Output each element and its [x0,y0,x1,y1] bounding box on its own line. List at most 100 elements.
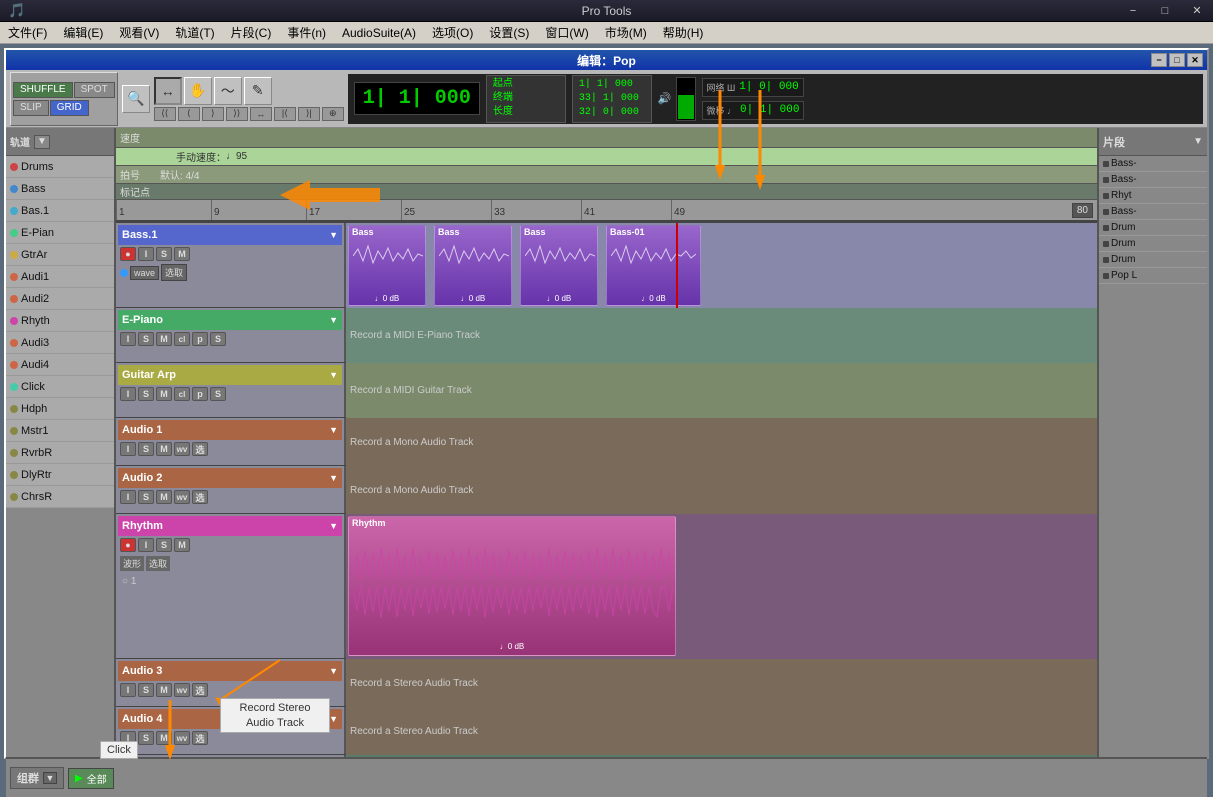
right-clip-item[interactable]: Pop L [1099,268,1207,284]
epiano-clip-btn[interactable]: cl [174,332,190,346]
guitararp-pan-btn[interactable]: p [192,387,208,401]
rhythm-rec-btn[interactable]: ● [120,538,136,552]
audio2-input-btn[interactable]: I [120,490,136,504]
audio1-select-btn[interactable]: 选 [192,442,208,456]
bass1-wave-btn[interactable]: wave [130,266,159,280]
groups-menu-btn[interactable]: ▼ [43,772,57,784]
bass1-solo-btn[interactable]: S [156,247,172,261]
guitararp-mute-btn[interactable]: M [156,387,172,401]
rhythm-solo-btn[interactable]: S [156,538,172,552]
audio4-solo-btn[interactable]: S [138,731,154,745]
track-list-item-audi2[interactable]: Audi2 [6,288,114,310]
menu-item-s[interactable]: 设置(S) [481,22,537,43]
epiano-pan-btn[interactable]: p [192,332,208,346]
track-list-item-e-pian[interactable]: E-Pian [6,222,114,244]
guitararp-clip-btn[interactable]: cl [174,387,190,401]
right-clip-item[interactable]: Bass- [1099,172,1207,188]
trim-start-btn[interactable]: |⟨ [274,107,296,121]
menu-item-w[interactable]: 窗口(W) [537,22,596,43]
menu-item-f[interactable]: 文件(F) [0,22,55,43]
slip-mode-btn[interactable]: SLIP [13,100,49,116]
audio4-expand-btn[interactable]: ▼ [329,714,338,724]
audio1-solo-btn[interactable]: S [138,442,154,456]
guitararp-input-btn[interactable]: I [120,387,136,401]
nudge-right2-btn[interactable]: ⟩⟩ [226,107,248,121]
right-clip-item[interactable]: Bass- [1099,156,1207,172]
rhythm-wave-btn[interactable]: 波形 [120,556,144,571]
track-list-item-click[interactable]: Click [6,376,114,398]
bass1-track-content[interactable]: Bass ♩0 dB Bass ♩0 dB [346,223,1097,308]
menu-item-audiosuitea[interactable]: AudioSuite(A) [334,22,424,43]
guitararp-expand-btn[interactable]: ▼ [329,370,338,380]
audio3-select-btn[interactable]: 选 [192,683,208,697]
epiano-input-btn[interactable]: I [120,332,136,346]
track-list-item-bass[interactable]: Bass [6,178,114,200]
audio3-mute-btn[interactable]: M [156,683,172,697]
trim-end-btn[interactable]: ⟩| [298,107,320,121]
track-list-item-bas.1[interactable]: Bas.1 [6,200,114,222]
audio2-mute-btn[interactable]: M [156,490,172,504]
bass-clip-2[interactable]: Bass ♩0 dB [434,225,512,306]
audio2-select-btn[interactable]: 选 [192,490,208,504]
bass1-select-btn[interactable]: 选取 [161,264,187,281]
rhythm-select-btn[interactable]: 选取 [146,556,170,571]
audio4-wv-btn[interactable]: wv [174,731,190,745]
right-clip-item[interactable]: Drum [1099,236,1207,252]
epiano-solo-btn[interactable]: S [138,332,154,346]
bass1-expand-btn[interactable]: ▼ [329,230,338,240]
menu-item-h[interactable]: 帮助(H) [655,22,712,43]
track-list-item-dlyrtr[interactable]: DlyRtr [6,464,114,486]
guitararp-solo-btn[interactable]: S [138,387,154,401]
track-list-item-gtrar[interactable]: GtrAr [6,244,114,266]
right-clip-item[interactable]: Rhyt [1099,188,1207,204]
track-list-item-rvrbr[interactable]: RvrbR [6,442,114,464]
rhythm-clip[interactable]: Rhythm ♩0 dB [348,516,676,656]
spot-mode-btn[interactable]: SPOT [74,82,115,98]
menu-item-m[interactable]: 市场(M) [597,22,655,43]
track-list-item-mstr1[interactable]: Mstr1 [6,420,114,442]
bass1-input-btn[interactable]: I [138,247,154,261]
all-groups-btn[interactable]: ▶ 全部 [68,768,114,789]
hand-tool-btn[interactable]: ✋ [184,77,212,105]
rhythm-expand-btn[interactable]: ▼ [329,521,338,531]
maximize-button[interactable]: □ [1149,0,1181,22]
editor-close[interactable]: ✕ [1187,53,1203,67]
rhythm-track-content[interactable]: Rhythm ♩0 dB [346,514,1097,659]
editor-minimize[interactable]: − [1151,53,1167,67]
track-list-item-audi3[interactable]: Audi3 [6,332,114,354]
right-clip-item[interactable]: Drum [1099,252,1207,268]
track-list-item-drums[interactable]: Drums [6,156,114,178]
grid-mode-btn[interactable]: GRID [50,100,89,116]
bass-clip-1[interactable]: Bass ♩0 dB [348,225,426,306]
minimize-button[interactable]: − [1117,0,1149,22]
tracks-menu-btn[interactable]: ▼ [34,135,50,149]
menu-item-n[interactable]: 事件(n) [279,22,334,43]
audio1-wv-btn[interactable]: wv [174,442,190,456]
menu-item-c[interactable]: 片段(C) [223,22,280,43]
nudge-left-btn[interactable]: ⟨ [178,107,200,121]
zoom-tool-btn[interactable]: 🔍 [122,85,150,113]
editor-maximize[interactable]: □ [1169,53,1185,67]
volume-icon[interactable]: 🔊 [658,92,672,105]
trim-tool-btn[interactable]: 〜 [214,77,242,105]
bass1-mute-btn[interactable]: M [174,247,190,261]
right-panel-menu-btn[interactable]: ▼ [1193,136,1203,147]
track-list-item-hdph[interactable]: Hdph [6,398,114,420]
track-list-item-audi1[interactable]: Audi1 [6,266,114,288]
nudge-right-btn[interactable]: ⟩ [202,107,224,121]
audio1-input-btn[interactable]: I [120,442,136,456]
epiano-send-btn[interactable]: S [210,332,226,346]
audio3-input-btn[interactable]: I [120,683,136,697]
menu-item-o[interactable]: 选项(O) [424,22,481,43]
audio1-expand-btn[interactable]: ▼ [329,425,338,435]
audio4-mute-btn[interactable]: M [156,731,172,745]
rhythm-mute-btn[interactable]: M [174,538,190,552]
menu-item-e[interactable]: 编辑(E) [55,22,111,43]
bass1-rec-btn[interactable]: ● [120,247,136,261]
nudge-left2-btn[interactable]: ⟨⟨ [154,107,176,121]
center-btn[interactable]: ↔ [250,107,272,121]
right-clip-item[interactable]: Drum [1099,220,1207,236]
track-list-item-chrsr[interactable]: ChrsR [6,486,114,508]
audio2-wv-btn[interactable]: wv [174,490,190,504]
audio2-solo-btn[interactable]: S [138,490,154,504]
